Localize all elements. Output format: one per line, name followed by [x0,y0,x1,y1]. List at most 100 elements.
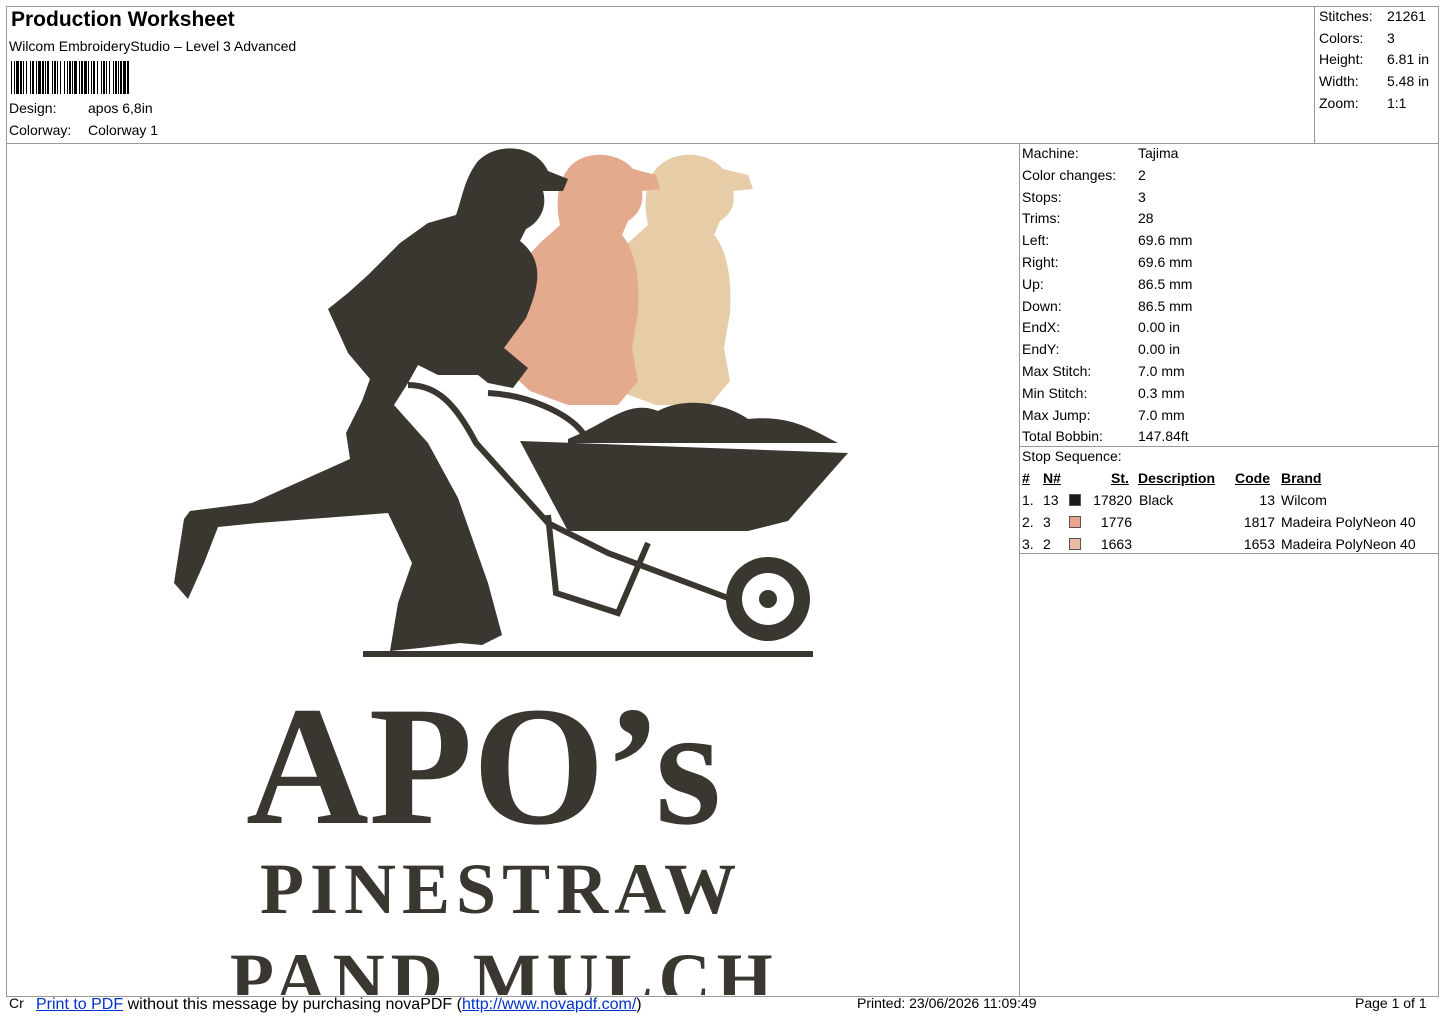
barcode-bar [97,61,98,94]
col-header-code: Code [1235,470,1270,486]
col-header-description: Description [1138,470,1216,486]
barcode-bar [123,61,126,94]
col-header-stitches: St. [1111,470,1129,486]
barcode-bar [67,61,68,94]
needle-number: 3 [1043,513,1051,530]
spec-label: Right: [1022,254,1059,270]
barcode-bar [74,61,77,94]
spec-value: 7.0 mm [1138,363,1185,379]
colorway-label: Colorway: [9,122,72,138]
barcode-bar [60,61,61,94]
barcode-bar [72,61,73,94]
spec-label: Min Stitch: [1022,384,1088,401]
spec-value: 0.00 in [1138,341,1181,358]
thread-code: 1653 [1243,535,1275,552]
barcode-bar [42,61,44,94]
needle-number: 2 [1043,535,1051,552]
col-header-needle: N# [1043,470,1061,486]
zoom-label: Zoom: [1319,95,1359,111]
barcode-bar [69,61,71,94]
barcode-bar [91,61,92,94]
design-text-line1: APO’s [246,672,721,860]
dark-worker-silhouette [174,148,568,651]
zoom-value: 1:1 [1387,95,1407,111]
spec-label: Max Jump: [1022,406,1091,423]
barcode-bar [57,61,58,94]
row-number: 3. [1022,535,1034,552]
barcode-bar [26,61,27,94]
thread-code: 1817 [1243,513,1275,530]
spec-value: 28 [1138,210,1154,227]
spec-label: Color changes: [1022,166,1117,183]
stop-sequence-bottom [1019,553,1439,554]
barcode-bar [23,61,24,94]
notice-text: without this message by purchasing novaP… [123,996,462,1013]
print-to-pdf-link[interactable]: Print to PDF [36,996,123,1013]
barcode-bar [81,61,83,94]
barcode-bar [88,61,89,94]
spec-value: 2 [1138,166,1146,183]
barcode-bar [118,61,119,94]
barcode-bar [64,61,65,94]
barcode-bar [11,61,12,94]
thread-color-swatch [1069,494,1081,506]
colors-value: 3 [1387,30,1395,46]
col-header-brand: Brand [1281,470,1322,486]
page-number: Page 1 of 1 [1355,995,1427,1011]
wheelbarrow-tray [520,441,848,531]
barcode-bar [32,61,34,94]
thread-brand: Madeira PolyNeon 40 [1281,513,1416,530]
stitch-count: 1776 [1100,513,1132,530]
barcode-bar [52,61,53,94]
software-name: Wilcom EmbroideryStudio – Level 3 Advanc… [9,38,297,54]
printed-timestamp: Printed: 23/06/2026 11:09:49 [857,995,1037,1011]
spec-label: Trims: [1022,210,1061,227]
ground-line [363,651,813,657]
thread-code: 13 [1259,492,1275,508]
footer-prefix: Cr [9,995,24,1011]
spec-label: Up: [1022,275,1044,292]
barcode-bar [54,61,56,94]
barcode-bar [93,61,95,94]
novapdf-notice: Print to PDF without this message by pur… [36,996,642,1014]
height-label: Height: [1319,51,1364,67]
height-value: 6.81 in [1387,51,1430,67]
spec-label: Left: [1022,232,1050,249]
row-number: 2. [1022,513,1034,530]
wheelbarrow-load [568,402,838,443]
spec-label: Stops: [1022,188,1062,205]
spec-value: Tajima [1138,145,1179,161]
stitches-label: Stitches: [1319,8,1373,24]
spec-value: 69.6 mm [1138,254,1193,270]
specs-panel [1019,143,1439,997]
thread-description: Black [1139,492,1174,508]
page-title: Production Worksheet [11,8,235,31]
stop-sequence-title: Stop Sequence: [1022,448,1122,464]
barcode-bar [113,61,114,94]
thread-brand: Wilcom [1281,492,1327,508]
spec-value: 147.84ft [1138,428,1189,445]
stitch-count: 17820 [1093,492,1132,508]
design-text-line2: PINESTRAW [260,849,742,929]
spec-label: EndX: [1022,319,1061,336]
spec-value: 0.3 mm [1138,384,1185,401]
spec-label: Max Stitch: [1022,363,1092,379]
barcode-bar [45,61,46,94]
novapdf-url-link[interactable]: http://www.novapdf.com/ [462,996,636,1013]
notice-close: ) [636,996,642,1013]
spec-value: 86.5 mm [1138,297,1193,314]
design-value: apos 6,8in [88,100,153,116]
stitch-count: 1663 [1100,535,1132,552]
barcode-bar [47,61,49,94]
design-text-line3: PAND MULCH [230,939,779,995]
width-value: 5.48 in [1387,73,1430,89]
spec-label: Down: [1022,297,1062,314]
barcode-bar [84,61,87,94]
spec-label: Total Bobbin: [1022,428,1103,445]
col-header-number: # [1022,470,1030,486]
embroidery-artwork: APO’s PINESTRAW PAND MULCH [174,148,848,995]
needle-number: 13 [1043,492,1059,508]
barcode-bar [115,61,117,94]
spec-value: 69.6 mm [1138,232,1193,249]
colorway-value: Colorway 1 [88,122,159,138]
